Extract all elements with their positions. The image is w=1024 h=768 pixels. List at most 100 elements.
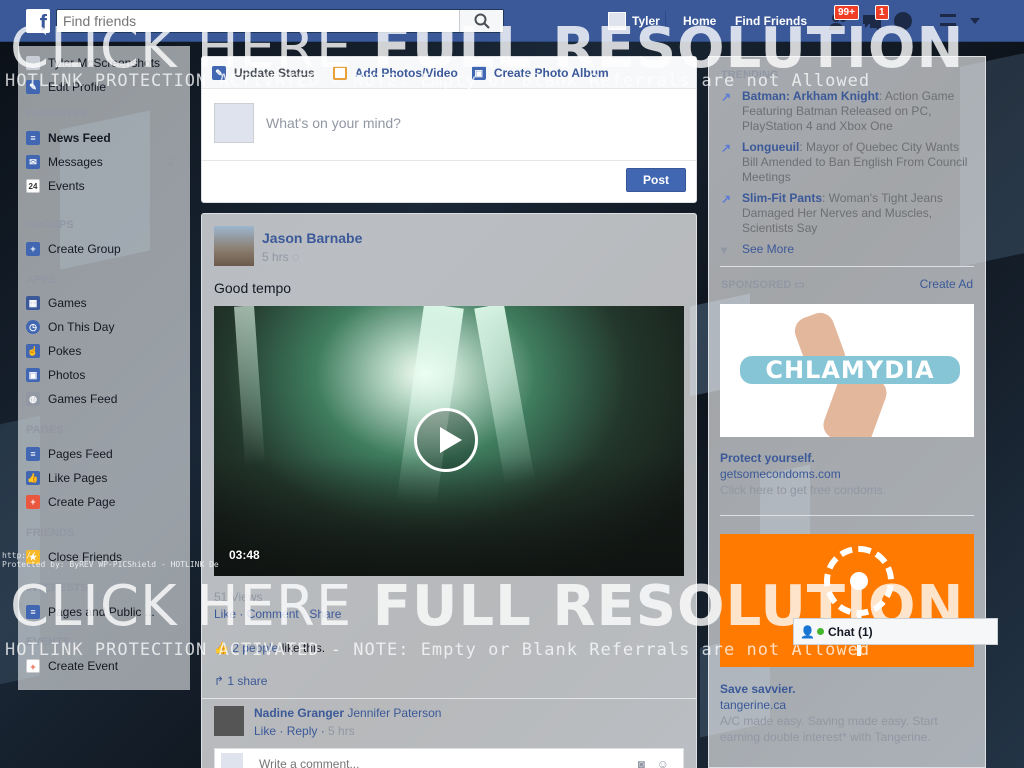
sidebar-item-photos[interactable]: ▣ Photos — [26, 366, 85, 384]
privacy-shortcuts-icon[interactable] — [940, 14, 956, 26]
find-friends-label: Find Friends — [735, 14, 807, 28]
tab-label: Add Photos/Video — [354, 65, 458, 80]
photo-icon — [332, 65, 347, 80]
messages-button[interactable]: 1 — [861, 5, 889, 32]
trending-topic: Batman: Arkham Knight — [742, 89, 879, 103]
likes-people-link[interactable]: 2 people — [232, 641, 278, 655]
sidebar-item-label: Games — [48, 296, 87, 310]
post-button[interactable]: Post — [626, 168, 686, 192]
tab-add-photos[interactable]: Add Photos/Video — [332, 65, 458, 80]
sidebar-item-profile[interactable]: Tyler McScreenshots — [26, 54, 160, 72]
plus-icon: + — [26, 242, 40, 256]
share-action[interactable]: Share — [309, 607, 341, 621]
trending-item[interactable]: ↗ Slim-Fit Pants: Woman's Tight Jeans Da… — [721, 191, 977, 236]
chevron-down-icon[interactable] — [970, 18, 980, 24]
sidebar-item-label: Photos — [48, 368, 86, 382]
sponsored-label: SPONSORED — [721, 279, 792, 291]
count-badge: 2 — [167, 156, 174, 168]
album-icon: ▣ — [471, 65, 486, 80]
ad-image-tangerine[interactable] — [720, 534, 974, 667]
sidebar-item-games[interactable]: ▦ Games — [26, 294, 87, 312]
comment-action[interactable]: Comment — [247, 607, 299, 621]
trending-item[interactable]: ↗ Batman: Arkham Knight: Action Game Fea… — [721, 89, 977, 134]
friends-header: FRIENDS — [26, 527, 75, 539]
sidebar-item-pages-public[interactable]: ≡ Pages and Public ... — [26, 603, 155, 621]
sidebar-item-games-feed[interactable]: ◍ Games Feed — [26, 390, 117, 408]
clock-icon: ◷ — [26, 320, 40, 334]
sidebar-item-close-friends[interactable]: ★ Close Friends — [26, 548, 122, 566]
create-ad-link[interactable]: Create Ad — [920, 277, 973, 291]
trending-arrow-icon: ↗ — [721, 141, 732, 155]
tab-update-status[interactable]: ✎ Update Status — [212, 65, 315, 80]
globe-icon[interactable] — [894, 12, 912, 30]
sidebar-item-messages[interactable]: ✉ Messages 2 — [26, 153, 182, 171]
ad-link[interactable]: getsomecondoms.com — [720, 467, 841, 481]
games-icon: ▦ — [26, 296, 40, 310]
search-button[interactable] — [459, 10, 503, 32]
comment-like-action[interactable]: Like — [254, 724, 276, 738]
pencil-icon: ✎ — [26, 80, 40, 94]
comment-author[interactable]: Nadine Granger Jennifer Paterson — [254, 706, 441, 720]
sidebar-item-edit-profile[interactable]: ✎ Edit Profile — [26, 78, 106, 96]
sidebar-item-news-feed[interactable]: ≡ News Feed — [26, 129, 111, 147]
list-icon: ≡ — [26, 605, 40, 619]
play-icon[interactable] — [414, 408, 478, 472]
tab-create-album[interactable]: ▣ Create Photo Album — [471, 65, 609, 80]
story-timestamp[interactable]: 5 hrs ◌ — [262, 250, 299, 264]
tab-label: Update Status — [234, 65, 315, 80]
friend-requests-badge: 99+ — [834, 5, 859, 20]
interests-header: INTERESTS — [26, 582, 88, 594]
ad-title[interactable]: Protect yourself. — [720, 451, 815, 465]
tab-label: Create Photo Album — [493, 65, 609, 80]
home-link[interactable]: Home — [683, 0, 716, 42]
comment-field[interactable]: ◙ ☺ — [214, 748, 684, 768]
composer-body[interactable]: What's on your mind? — [202, 89, 696, 161]
sidebar-item-label: Close Friends — [48, 550, 123, 564]
friend-requests-button[interactable]: 99+ — [828, 5, 859, 32]
ad-image-text: CHLAMYDIA — [740, 356, 960, 384]
story-author[interactable]: Jason Barnabe — [262, 230, 362, 246]
avatar[interactable] — [214, 706, 244, 736]
trending-item[interactable]: ↗ Longueuil: Mayor of Quebec City Wants … — [721, 140, 977, 185]
star-icon: ★ — [26, 550, 40, 564]
news-feed-icon: ≡ — [26, 131, 40, 145]
view-count: 51 Views — [214, 590, 263, 604]
sidebar-item-create-group[interactable]: + Create Group — [26, 240, 121, 258]
story-actions: Like · Comment · Share — [214, 607, 342, 621]
search-input[interactable] — [57, 10, 457, 32]
find-friends-link[interactable]: Find Friends — [735, 0, 807, 42]
sidebar-item-like-pages[interactable]: 👍 Like Pages — [26, 469, 107, 487]
sidebar-item-pages-feed[interactable]: ≡ Pages Feed — [26, 445, 113, 463]
sidebar-item-on-this-day[interactable]: ◷ On This Day — [26, 318, 114, 336]
sidebar-item-pokes[interactable]: ☝ Pokes — [26, 342, 81, 360]
trending-topic: Slim-Fit Pants — [742, 191, 823, 205]
ad-description: A/C made easy. Saving made easy. Start e… — [720, 714, 938, 744]
shares-summary[interactable]: ↱ 1 share — [214, 674, 267, 688]
composer-placeholder[interactable]: What's on your mind? — [266, 115, 401, 131]
sidebar-item-create-event[interactable]: + Create Event — [26, 657, 118, 675]
ad-title[interactable]: Save savvier. — [720, 682, 795, 696]
thumbs-up-icon: 👍 — [26, 471, 40, 485]
profile-link[interactable]: Tyler — [608, 0, 660, 42]
sidebar-item-create-page[interactable]: + Create Page — [26, 493, 115, 511]
avatar[interactable] — [214, 226, 254, 266]
poke-icon: ☝ — [26, 344, 40, 358]
see-more-link[interactable]: ▾ See More — [721, 242, 977, 257]
chat-button[interactable]: 👤 Chat (1) — [793, 618, 998, 645]
likes-summary: 👍 2 people like this. — [214, 641, 325, 655]
facebook-logo[interactable]: f — [26, 9, 50, 33]
camera-icon[interactable]: ◙ — [638, 757, 645, 768]
sidebar-item-label: Games Feed — [48, 392, 118, 406]
comment-reply-action[interactable]: Reply — [287, 724, 318, 738]
top-navigation-bar: f Tyler Home Find Friends 99+ 1 — [0, 0, 1024, 42]
emoji-icon[interactable]: ☺ — [657, 757, 669, 768]
sidebar-item-events[interactable]: 24 Events — [26, 177, 85, 195]
ad-image-chlamydia[interactable]: CHLAMYDIA — [720, 304, 974, 437]
like-action[interactable]: Like — [214, 607, 236, 621]
comment-tag[interactable]: Jennifer Paterson — [347, 706, 441, 720]
comment-input[interactable] — [259, 757, 609, 768]
thumbs-up-icon: 👍 — [214, 641, 229, 655]
ad-link[interactable]: tangerine.ca — [720, 698, 786, 712]
video-player[interactable]: 03:48 — [214, 306, 684, 576]
sidebar-item-label: Create Group — [48, 242, 121, 256]
